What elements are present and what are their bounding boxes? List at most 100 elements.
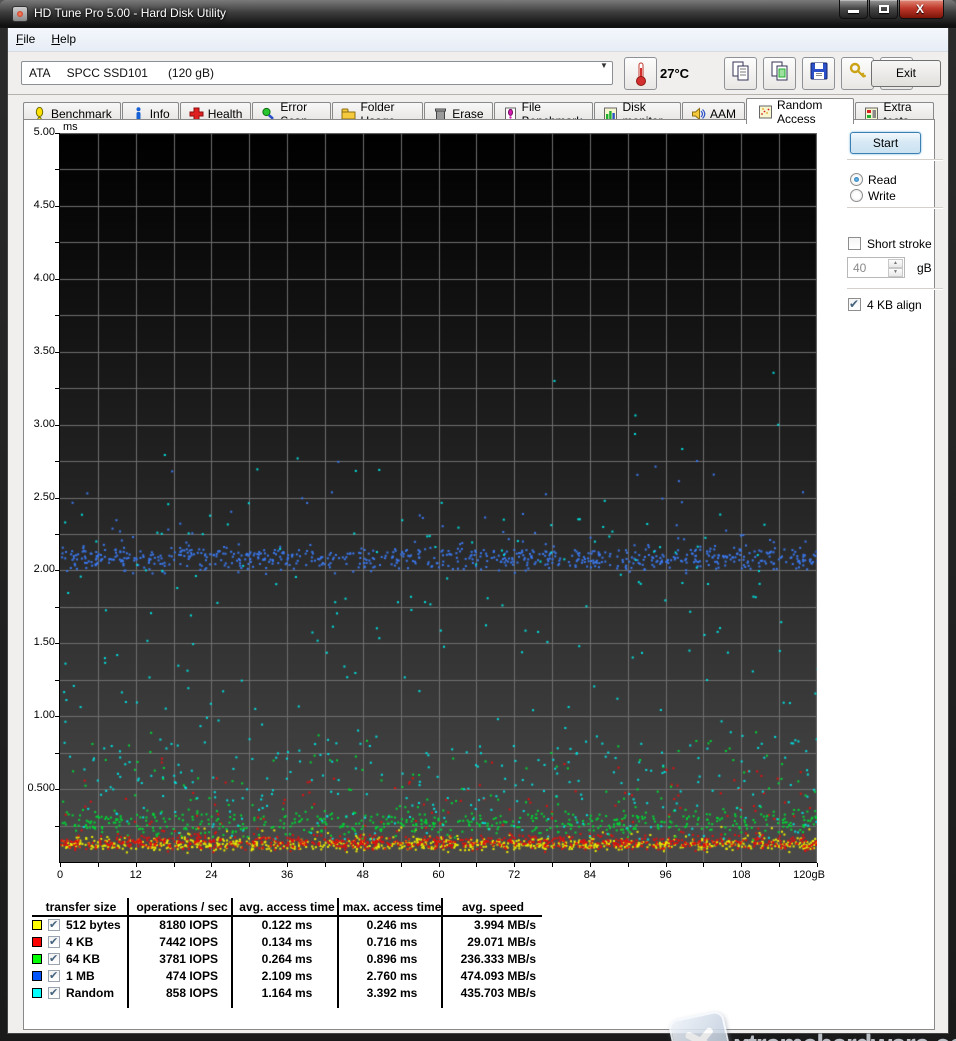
save-icon [808,60,830,87]
short-stroke-unit-label: gB [917,261,932,275]
x-axis-tick [363,863,364,867]
read-radio[interactable] [850,173,863,186]
series-color-swatch [32,971,42,981]
window-body: FileHelp ATA SPCC SSD101 (120 gB) ▼ 27°C… [7,28,949,1034]
table-cell: 512 bytes [66,918,136,932]
y-axis-tick [55,534,60,535]
table-cell: 2.760 ms [340,969,444,983]
title-bar: HD Tune Pro 5.00 - Hard Disk Utility X [0,0,956,28]
menu-help[interactable]: Help [43,28,84,49]
table-cell: 64 KB [66,952,136,966]
x-axis-tick [249,863,250,867]
minimize-icon [848,10,859,13]
copy-image-button[interactable] [763,57,796,90]
random-access-page: ms 5.004.504.003.503.002.502.001.501.000… [23,119,935,1030]
table-cell: 3.994 MB/s [444,918,536,932]
x-axis-tick [98,863,99,867]
table-cell: Random [66,986,136,1000]
xtremehardware-logo-icon [667,1010,732,1041]
series-visible-checkbox[interactable] [48,919,60,931]
minimize-button[interactable] [839,0,868,19]
series-visible-checkbox[interactable] [48,953,60,965]
y-axis-tick [55,570,60,571]
table-cell: 29.071 MB/s [444,935,536,949]
series-visible-checkbox[interactable] [48,936,60,948]
table-header-4: avg. speed [444,900,542,914]
table-column-divider [231,898,233,1008]
x-axis-tick [60,863,61,867]
drive-select-dropdown[interactable]: ATA SPCC SSD101 (120 gB) [21,61,613,85]
table-cell: 0.264 ms [234,952,340,966]
4kb-align-label: 4 KB align [867,298,922,312]
x-axis-tick-label: 120gB [789,869,829,881]
copy-text-button[interactable] [724,57,757,90]
x-axis-tick [211,863,212,867]
y-axis-tick-label: 1.50 [25,636,55,648]
thermometer-icon [634,61,648,87]
x-axis-tick [476,863,477,867]
y-axis-tick-label: 1.00 [25,709,55,721]
copy-image-icon [769,60,791,87]
table-header-1: operations / sec [130,900,234,914]
y-axis-tick-label: 4.50 [25,199,55,211]
y-axis-tick-label: 2.50 [25,491,55,503]
y-axis-tick [55,242,60,243]
y-axis-tick [55,461,60,462]
divider [847,288,943,290]
x-axis-tick [514,863,515,867]
spinner-up-button[interactable]: ▲ [888,259,903,268]
y-axis-tick [55,388,60,389]
app-window: HD Tune Pro 5.00 - Hard Disk Utility X F… [0,0,956,1041]
short-stroke-checkbox[interactable] [848,237,861,250]
exit-button[interactable]: Exit [871,60,941,87]
table-cell: 3.392 ms [340,986,444,1000]
tab-random-access[interactable]: Random Access [746,98,855,124]
y-axis-tick [55,315,60,316]
series-visible-checkbox[interactable] [48,970,60,982]
series-visible-checkbox[interactable] [48,987,60,999]
y-axis-tick [55,643,60,644]
y-axis-tick [55,789,60,790]
y-axis-tick-label: 5.00 [25,126,55,138]
table-cell: 1 MB [66,969,136,983]
table-cell: 474.093 MB/s [444,969,536,983]
temperature-value: 27°C [660,66,689,81]
x-axis-tick [174,863,175,867]
close-icon: X [916,2,924,16]
short-stroke-size-field[interactable]: 40 ▲ ▼ [847,257,905,278]
table-cell: 0.716 ms [340,935,444,949]
table-cell: 474 IOPS [130,969,218,983]
read-label: Read [868,173,897,187]
x-axis-tick-label: 12 [116,869,156,881]
x-axis-tick [590,863,591,867]
close-button[interactable]: X [899,0,944,19]
tab-label: Random Access [777,98,843,126]
copy-text-icon [730,60,752,87]
x-axis-tick [817,863,818,867]
save-button[interactable] [802,57,835,90]
start-button[interactable]: Start [850,132,921,154]
toolbar: ATA SPCC SSD101 (120 gB) ▼ 27°C Exit [8,53,948,95]
spinner-down-button[interactable]: ▼ [888,268,903,277]
y-axis-tick [55,169,60,170]
table-cell: 8180 IOPS [130,918,218,932]
write-radio[interactable] [850,189,863,202]
x-axis-tick [439,863,440,867]
options-keys-button[interactable] [841,57,874,90]
maximize-icon [879,5,889,13]
menu-file[interactable]: File [8,28,43,49]
watermark: xtremehardware.com [672,1015,934,1041]
y-axis-tick-label: 0.500 [25,782,55,794]
y-axis-tick [55,279,60,280]
maximize-button[interactable] [869,0,898,19]
divider [847,207,943,209]
4kb-align-checkbox[interactable] [848,298,861,311]
temperature-button[interactable] [624,57,657,90]
x-axis-tick [325,863,326,867]
y-axis-tick [55,206,60,207]
table-cell: 236.333 MB/s [444,952,536,966]
short-stroke-label: Short stroke [867,237,932,251]
series-color-swatch [32,937,42,947]
x-axis-tick [741,863,742,867]
series-color-swatch [32,954,42,964]
